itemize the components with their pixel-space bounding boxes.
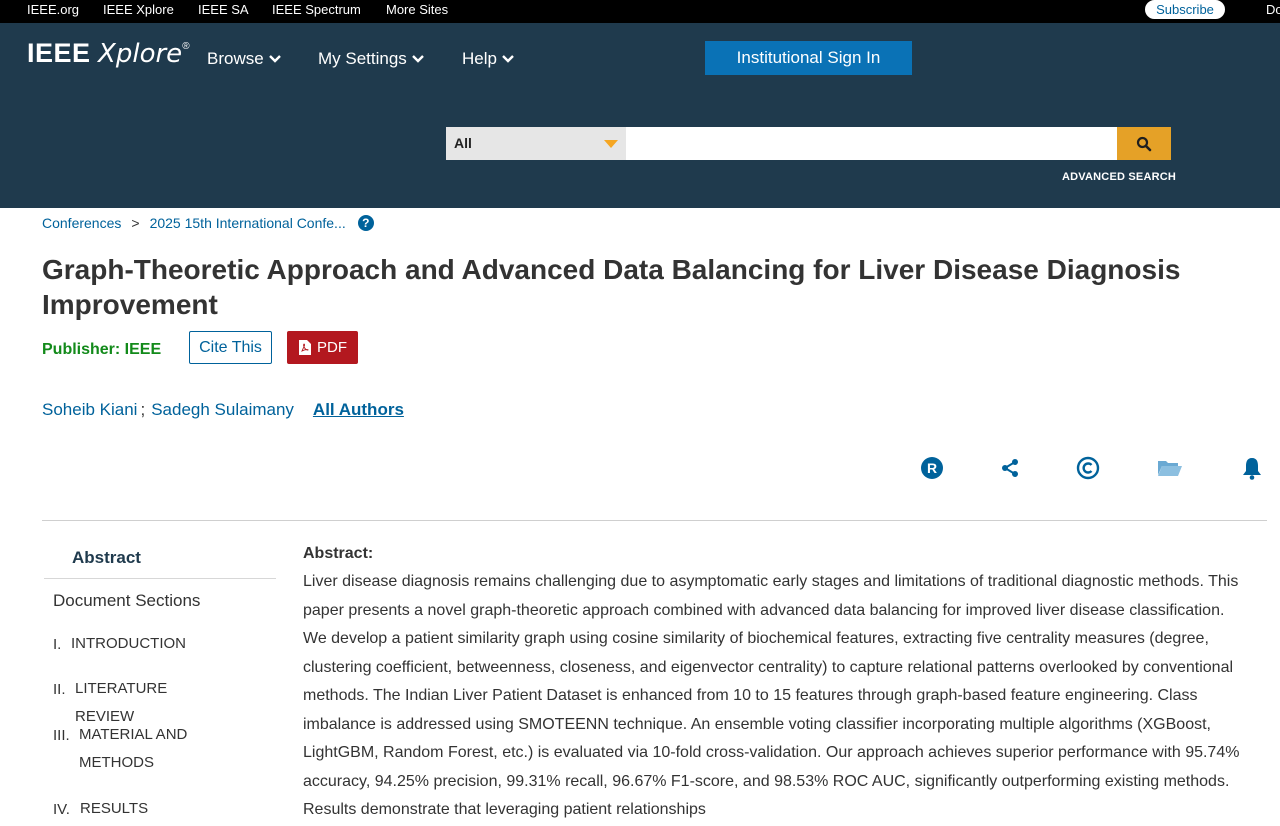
sidebar-divider: [44, 578, 276, 579]
chevron-down-icon: [411, 55, 424, 63]
share-button[interactable]: [997, 455, 1023, 481]
author-separator: ;: [140, 400, 146, 419]
section-divider: [42, 520, 1267, 521]
copyright-icon: [1076, 456, 1100, 480]
ieee-org-link[interactable]: IEEE.org: [27, 2, 79, 17]
breadcrumb: Conferences > 2025 15th International Co…: [42, 215, 374, 231]
author-link[interactable]: Soheib Kiani: [42, 400, 137, 420]
page-title: Graph-Theoretic Approach and Advanced Da…: [42, 254, 1181, 320]
section-label: MATERIAL AND METHODS: [79, 726, 188, 771]
top-bar: IEEE.org IEEE Xplore IEEE SA IEEE Spectr…: [0, 0, 1280, 23]
pdf-file-icon: [299, 340, 311, 355]
search-scope-select[interactable]: All: [446, 127, 626, 160]
sidebar-item-results[interactable]: IV. RESULTS: [53, 800, 230, 823]
copyright-button[interactable]: [1075, 455, 1101, 481]
share-icon: [1002, 459, 1018, 477]
section-number: III.: [53, 727, 70, 744]
pdf-button[interactable]: PDF: [287, 331, 358, 364]
all-authors-link[interactable]: All Authors: [313, 400, 404, 420]
section-number: II.: [53, 681, 66, 698]
section-label: RESULTS: [80, 800, 149, 817]
ieee-sa-link[interactable]: IEEE SA: [198, 2, 249, 17]
svg-text:R: R: [927, 460, 937, 476]
abstract-text: Liver disease diagnosis remains challeng…: [303, 573, 1240, 818]
logo-ieee-text: IEEE: [27, 38, 91, 68]
document-sections-heading: Document Sections: [53, 591, 201, 610]
nav-help[interactable]: Help: [462, 49, 515, 69]
sidebar-item-abstract[interactable]: Abstract: [72, 548, 141, 568]
section-number: IV.: [53, 801, 70, 818]
nav-browse-label: Browse: [207, 49, 264, 68]
ieee-xplore-link-label: IEEE Xplore: [103, 2, 174, 17]
site-header: IEEE Xplore® Browse My Settings Help Ins…: [0, 23, 1280, 208]
pdf-button-label: PDF: [317, 339, 347, 356]
search-input[interactable]: [626, 127, 1117, 160]
nav-my-settings-label: My Settings: [318, 49, 407, 68]
donate-link-partial[interactable]: Do: [1266, 2, 1280, 17]
author-list: Soheib Kiani ; Sadegh Sulaimany All Auth…: [42, 400, 404, 420]
institutional-sign-in-button[interactable]: Institutional Sign In: [705, 41, 912, 75]
section-label: INTRODUCTION: [71, 635, 186, 652]
help-icon[interactable]: ?: [357, 215, 374, 231]
sidebar-item-introduction[interactable]: I. INTRODUCTION: [53, 635, 221, 658]
folder-icon: [1158, 461, 1182, 476]
nav-browse[interactable]: Browse: [207, 49, 282, 69]
abstract-heading: Abstract:: [303, 545, 374, 562]
breadcrumb-separator: >: [131, 215, 140, 231]
subscribe-button[interactable]: Subscribe: [1145, 0, 1225, 19]
logo-registered-mark: ®: [182, 41, 190, 52]
search-scope-value: All: [454, 135, 472, 151]
dropdown-arrow-icon: [604, 140, 618, 148]
cite-this-button[interactable]: Cite This: [189, 331, 272, 364]
breadcrumb-conference-name[interactable]: 2025 15th International Confe...: [150, 215, 346, 231]
publisher-label: Publisher: IEEE: [42, 341, 162, 358]
alert-button[interactable]: [1239, 455, 1265, 481]
more-sites-link[interactable]: More Sites: [386, 2, 448, 17]
nav-my-settings[interactable]: My Settings: [318, 49, 425, 69]
ieee-xplore-logo[interactable]: IEEE Xplore®: [27, 38, 190, 69]
breadcrumb-conferences[interactable]: Conferences: [42, 215, 121, 231]
rights-permissions-button[interactable]: R: [919, 455, 945, 481]
search-button[interactable]: [1117, 127, 1171, 160]
sidebar-item-material-and-methods[interactable]: III. MATERIAL AND METHODS: [53, 726, 219, 777]
chevron-down-icon: [268, 55, 281, 63]
rights-icon: R: [921, 457, 943, 479]
logo-xplore-text: Xplore: [98, 39, 183, 69]
search-bar: All: [446, 127, 1171, 160]
chevron-down-icon: [502, 55, 514, 63]
section-number: I.: [53, 636, 62, 653]
save-to-folder-button[interactable]: [1157, 455, 1183, 481]
ieee-xplore-link[interactable]: IEEE Xplore: [103, 2, 174, 17]
ieee-spectrum-link[interactable]: IEEE Spectrum: [272, 2, 361, 17]
nav-help-label: Help: [462, 49, 497, 68]
advanced-search-link[interactable]: ADVANCED SEARCH: [1062, 171, 1176, 183]
alert-bell-icon: [1243, 458, 1261, 480]
author-link[interactable]: Sadegh Sulaimany: [151, 400, 294, 420]
search-icon: [1136, 136, 1152, 151]
